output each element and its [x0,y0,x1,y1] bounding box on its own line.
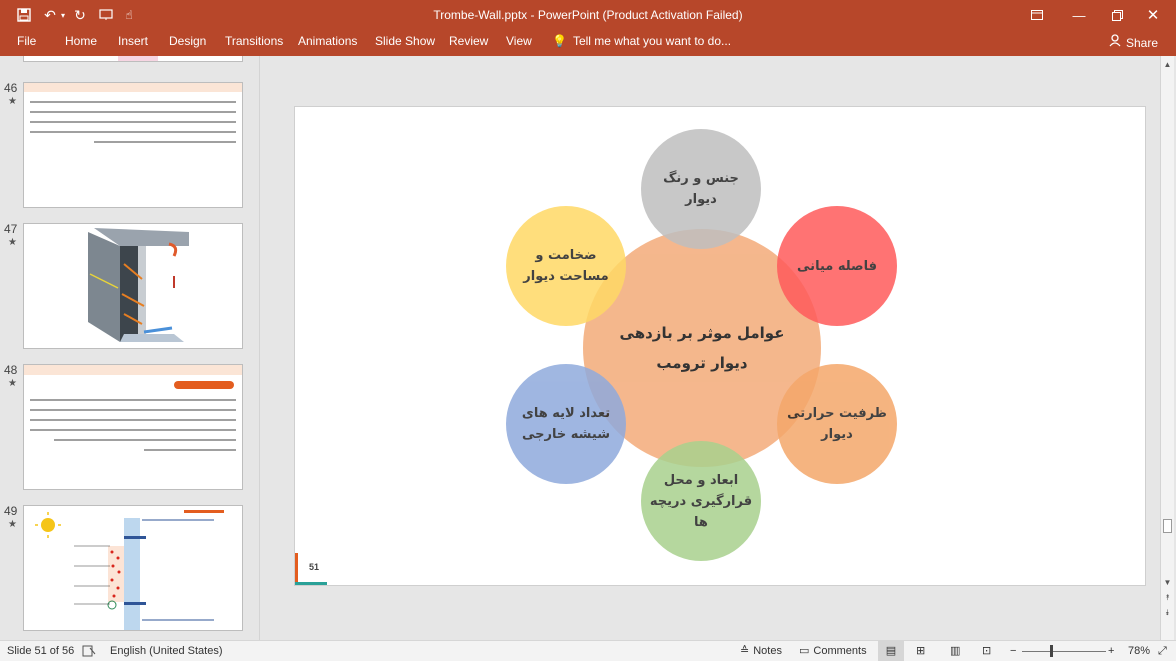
tab-design[interactable]: Design [169,30,206,56]
circle-material-color-label: جنس و رنگ دیوار [663,171,739,207]
center-circle-label: عوامل موثر بر بازدهی دیوار ترومب [619,324,785,372]
fit-slide-icon[interactable]: ⤢ [1158,641,1167,661]
slide-number-46: 46 [4,81,18,95]
comment-icon: ▭ [799,645,810,657]
tell-me-text: Tell me what you want to do... [572,34,732,48]
thumbnail-header [24,83,242,92]
slide-thumbnail-49[interactable] [23,505,243,631]
language-indicator[interactable]: English (United States) [110,641,223,661]
circle-glazing-layers-label: تعداد لایه های شیشه خارجی [521,406,611,442]
tell-me-box[interactable]: 💡 Tell me what you want to do... [552,30,731,56]
title-bar: ↶ ▾ ↻ ☝ Trombe-Wall.pptx - PowerPoint (P… [0,0,1176,30]
notes-icon: ≙ [740,645,750,657]
next-slide-icon[interactable]: ⯯ [1161,606,1174,620]
current-slide[interactable]: عوامل موثر بر بازدهی دیوار ترومب جنس و ر… [295,107,1145,585]
lightbulb-icon: 💡 [552,34,567,48]
slide-thumbnail-46[interactable] [23,82,243,208]
slide-number-47: 47 [4,222,18,236]
comments-label: Comments [813,645,867,657]
slide-number: 51 [309,562,320,572]
circle-gap-distance[interactable]: فاصله میانی [777,206,897,326]
animation-star-icon: ★ [8,237,17,248]
scrollbar-thumb[interactable] [1163,519,1172,533]
slide-thumbnail-45[interactable] [23,56,243,62]
share-button[interactable]: Share [1109,30,1158,56]
zoom-in-icon[interactable]: + [1108,641,1114,661]
thumbnail-text [24,92,242,143]
notes-button[interactable]: ≙ Notes [740,641,782,661]
reading-view-icon[interactable]: ▥ [950,641,960,661]
slide-number-accent [295,553,298,583]
zoom-level[interactable]: 78% [1128,641,1150,661]
zoom-slider[interactable] [1022,641,1106,661]
notes-label: Notes [753,645,782,657]
tab-review[interactable]: Review [449,30,488,56]
tab-file[interactable]: File [17,30,36,56]
trombe-wall-section-diagram [35,510,224,630]
slide-thumbnail-48[interactable] [23,364,243,490]
slide-editor: عوامل موثر بر بازدهی دیوار ترومب جنس و ر… [278,56,1174,640]
ribbon-display-options-icon[interactable] [1014,0,1060,30]
circle-wall-thickness[interactable]: ضخامت و مساحت دیوار [506,206,626,326]
circle-vent-dimensions-label: ابعاد و محل قرارگیری دریچه ها [649,472,753,530]
zoom-out-icon[interactable]: − [1010,641,1016,661]
circle-thermal-capacity[interactable]: ظرفیت حرارتی دیوار [777,364,897,484]
slide-thumbnail-pane: 46 ★ 47 ★ 48 ★ 49 ★ [0,56,260,640]
tab-transitions[interactable]: Transitions [225,30,283,56]
slide-number-48: 48 [4,363,18,377]
slide-sorter-icon[interactable]: ⊞ [916,641,925,661]
tab-home[interactable]: Home [65,30,97,56]
slide-thumbnail-47[interactable] [23,223,243,349]
slide-number-49: 49 [4,504,18,518]
close-icon[interactable]: ✕ [1130,0,1176,30]
slide-number-underline [295,582,327,585]
comments-button[interactable]: ▭ Comments [799,641,867,661]
circle-gap-distance-label: فاصله میانی [797,258,877,274]
slide-counter: Slide 51 of 56 [7,645,75,657]
circle-thermal-capacity-label: ظرفیت حرارتی دیوار [787,406,887,442]
circle-material-color[interactable]: جنس و رنگ دیوار [641,129,761,249]
ribbon-tabs: File Home Insert Design Transitions Anim… [0,30,1176,56]
spell-check-icon[interactable] [82,641,96,661]
animation-star-icon: ★ [8,96,17,107]
tab-slide-show[interactable]: Slide Show [375,30,435,56]
circle-wall-thickness-label: ضخامت و مساحت دیوار [523,248,609,284]
scroll-up-icon[interactable]: ▲ [1161,58,1174,72]
circle-glazing-layers[interactable]: تعداد لایه های شیشه خارجی [506,364,626,484]
animation-star-icon: ★ [8,378,17,389]
person-icon [1109,32,1121,54]
thumbnail-title-bar [174,381,234,389]
animation-star-icon: ★ [8,519,17,530]
thumbnail-scrollbar[interactable]: ▲ ▼ [259,56,260,640]
status-bar: Slide 51 of 56 English (United States) ≙… [0,640,1176,661]
trombe-wall-illustration [88,228,189,342]
tab-insert[interactable]: Insert [118,30,148,56]
share-label: Share [1125,36,1158,50]
previous-slide-icon[interactable]: ⯭ [1161,591,1174,605]
window-title: Trombe-Wall.pptx - PowerPoint (Product A… [433,8,743,22]
thumbnail-shape [118,56,158,61]
tab-animations[interactable]: Animations [298,30,357,56]
circle-vent-dimensions[interactable]: ابعاد و محل قرارگیری دریچه ها [641,441,761,561]
editor-scrollbar[interactable]: ▲ ▼ ⯭ ⯯ [1160,56,1174,640]
slide-show-icon[interactable]: ⊡ [982,641,991,661]
tab-view[interactable]: View [506,30,532,56]
thumbnail-header [24,365,242,375]
scroll-down-icon[interactable]: ▼ [1161,576,1174,590]
normal-view-icon[interactable]: ▤ [878,641,904,661]
